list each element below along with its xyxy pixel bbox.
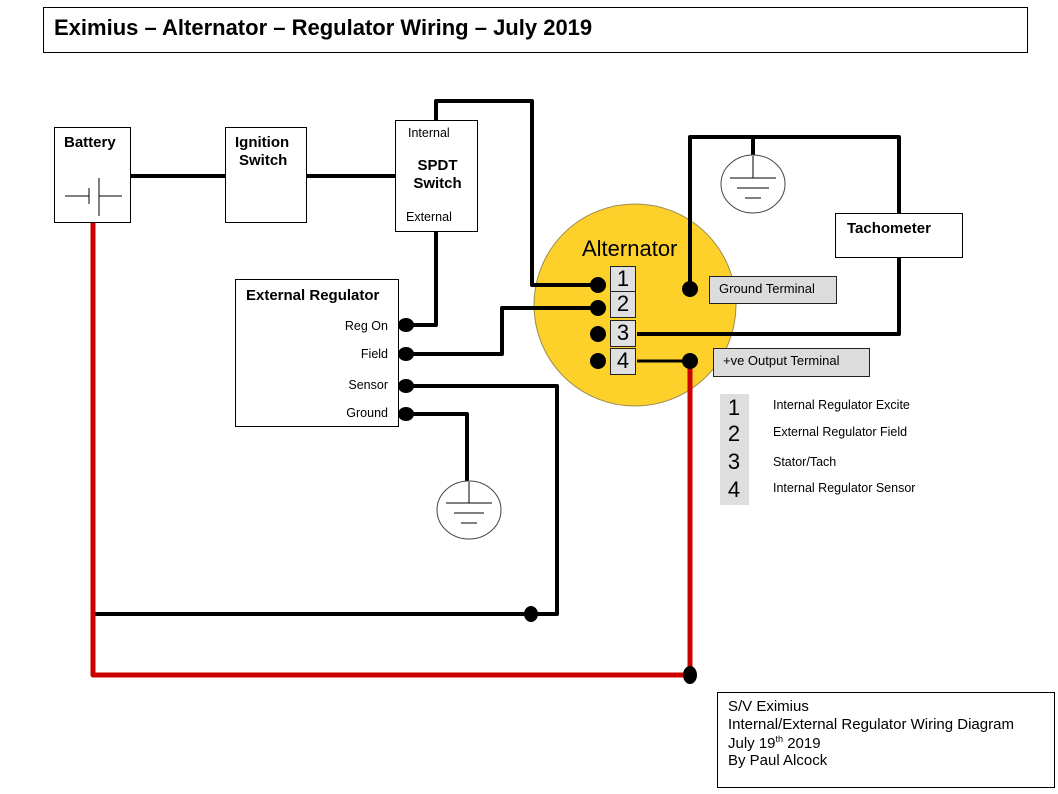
junction-dot <box>398 318 414 332</box>
note-vessel: S/V Eximius <box>728 698 809 715</box>
junction-dot <box>398 379 414 393</box>
alternator-pin-4: 4 <box>610 348 636 375</box>
legend-num: 2 <box>727 421 741 446</box>
ignition-switch-box: Ignition Switch <box>225 127 307 223</box>
legend-text: Internal Regulator Excite <box>773 398 910 412</box>
battery-label: Battery <box>64 134 116 151</box>
page-title: Eximius – Alternator – Regulator Wiring … <box>54 15 593 40</box>
battery-box: Battery <box>54 127 131 223</box>
external-regulator-label: External Regulator <box>246 287 380 304</box>
note-date-year: 2019 <box>783 735 821 752</box>
alternator-pin-2: 2 <box>610 291 636 318</box>
battery-symbol-icon <box>65 178 122 216</box>
note-date-sup: th <box>775 734 784 744</box>
ground-symbol-icon <box>720 154 786 214</box>
legend-num: 4 <box>727 477 741 502</box>
alternator-pin-1: 1 <box>610 266 636 293</box>
output-terminal-label: +ve Output Terminal <box>713 348 870 377</box>
spdt-internal-label: Internal <box>408 126 450 140</box>
ignition-label-line1: Ignition <box>235 134 290 151</box>
ground-terminal-dot <box>682 281 698 297</box>
wiring-diagram <box>90 99 901 684</box>
wire-spdt-external-regon <box>406 232 438 327</box>
junction-dot <box>398 407 414 421</box>
junction-dot <box>590 300 606 316</box>
terminal-sensor: Sensor <box>348 378 388 392</box>
junction-dot <box>590 277 606 293</box>
terminal-reg-on: Reg On <box>344 319 388 333</box>
tachometer-label: Tachometer <box>847 220 931 237</box>
wire-regulator-ground <box>406 412 469 482</box>
ignition-switch-label: Ignition Switch <box>235 134 289 170</box>
spdt-label-line2: Switch <box>413 175 462 192</box>
note-description: Internal/External Regulator Wiring Diagr… <box>728 716 1014 733</box>
alternator-pin-3: 3 <box>610 320 636 347</box>
note-date-main: July 19 <box>728 735 776 752</box>
junction-dot <box>398 347 414 361</box>
legend-text: Internal Regulator Sensor <box>773 481 916 495</box>
spdt-switch-box: Internal SPDT Switch External <box>395 120 478 232</box>
tachometer-box: Tachometer <box>835 213 963 258</box>
legend-num: 1 <box>727 395 741 420</box>
note-date: July 19th 2019 <box>728 734 821 752</box>
spdt-external-label: External <box>406 210 452 224</box>
note-box: S/V Eximius Internal/External Regulator … <box>717 692 1055 788</box>
junction-dot <box>590 326 606 342</box>
legend-text: Stator/Tach <box>773 455 837 469</box>
junction-dot <box>524 606 538 622</box>
title-box: Eximius – Alternator – Regulator Wiring … <box>43 7 1028 53</box>
spdt-label-line1: SPDT <box>417 157 458 174</box>
ground-terminal-label: Ground Terminal <box>709 276 837 304</box>
note-author: By Paul Alcock <box>728 752 828 769</box>
external-regulator-box: External Regulator Reg On Field Sensor G… <box>235 279 399 427</box>
terminal-ground: Ground <box>346 406 388 420</box>
alternator-label: Alternator <box>582 236 678 261</box>
legend-text: External Regulator Field <box>773 425 908 439</box>
junction-dot <box>683 666 697 684</box>
junction-dot <box>590 353 606 369</box>
legend-num: 3 <box>727 449 741 474</box>
ground-symbol-icon <box>436 480 502 540</box>
spdt-switch-label: SPDT Switch <box>396 157 479 193</box>
terminal-field: Field <box>360 347 388 361</box>
ignition-label-line2: Switch <box>239 152 288 169</box>
output-terminal-dot <box>682 353 698 369</box>
